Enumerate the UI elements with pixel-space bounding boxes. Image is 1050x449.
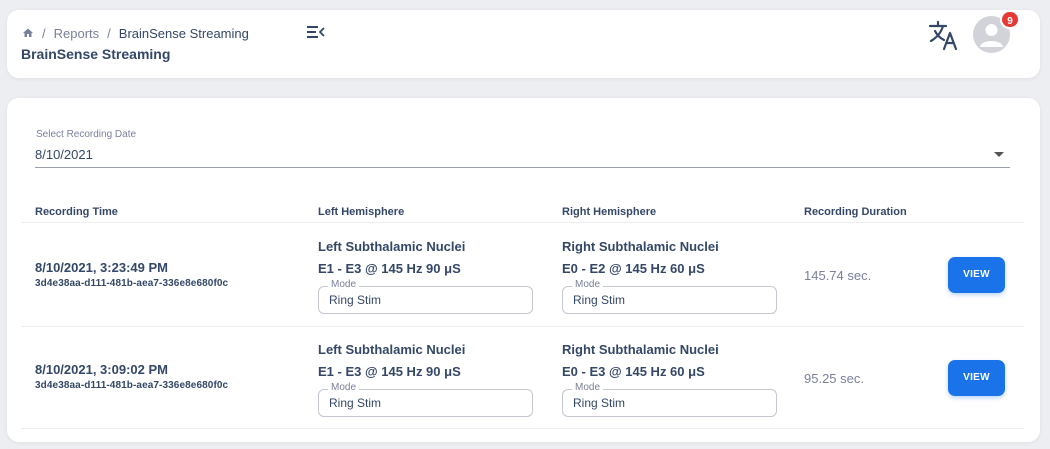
recordings-card: Select Recording Date 8/10/2021 Recordin… — [7, 98, 1040, 442]
page-title: BrainSense Streaming — [21, 46, 171, 62]
translate-icon[interactable] — [927, 18, 961, 52]
top-navbar: / Reports / BrainSense Streaming BrainSe… — [7, 10, 1040, 78]
mode-value: Ring Stim — [573, 396, 626, 410]
table-divider — [21, 222, 1024, 223]
breadcrumb-reports-link[interactable]: Reports — [54, 26, 100, 41]
breadcrumb-current: BrainSense Streaming — [118, 25, 249, 41]
recording-date-value: 8/10/2021 — [35, 147, 93, 162]
row-recording-id: 3d4e38aa-d111-481b-aea7-336e8e680f0c — [35, 278, 229, 289]
mode-value: Ring Stim — [573, 293, 626, 307]
left-mode-field[interactable]: Mode Ring Stim — [318, 279, 533, 314]
mode-label: Mode — [572, 279, 604, 291]
recording-date-label: Select Recording Date — [36, 129, 137, 140]
header-recording-duration[interactable]: Recording Duration — [804, 206, 907, 218]
header-right-hemisphere[interactable]: Right Hemisphere — [562, 206, 656, 218]
notification-badge: 9 — [1000, 10, 1020, 29]
left-hemisphere-title: Left Subthalamic Nuclei — [318, 342, 466, 357]
caret-down-icon — [994, 152, 1004, 157]
row-recording-time: 8/10/2021, 3:09:02 PM — [35, 362, 168, 377]
breadcrumb-separator: / — [107, 25, 111, 41]
recording-duration: 145.74 sec. — [804, 268, 872, 283]
header-recording-time[interactable]: Recording Time — [35, 206, 118, 218]
mode-label: Mode — [328, 279, 360, 291]
mode-value: Ring Stim — [329, 293, 382, 307]
header-left-hemisphere[interactable]: Left Hemisphere — [318, 206, 404, 218]
right-hemisphere-title: Right Subthalamic Nuclei — [562, 342, 719, 357]
breadcrumb: / Reports / BrainSense Streaming — [22, 25, 249, 41]
recording-date-select[interactable]: Select Recording Date 8/10/2021 — [35, 128, 1010, 168]
view-button[interactable]: VIEW — [948, 257, 1005, 293]
breadcrumb-separator: / — [42, 25, 46, 41]
left-mode-field[interactable]: Mode Ring Stim — [318, 382, 533, 417]
left-hemisphere-setting: E1 - E3 @ 145 Hz 90 μS — [318, 261, 461, 276]
right-mode-field[interactable]: Mode Ring Stim — [562, 279, 777, 314]
right-hemisphere-setting: E0 - E3 @ 145 Hz 60 μS — [562, 364, 705, 379]
right-hemisphere-title: Right Subthalamic Nuclei — [562, 239, 719, 254]
row-divider — [21, 428, 1024, 429]
mode-label: Mode — [328, 382, 360, 394]
home-icon[interactable] — [22, 27, 34, 39]
view-button[interactable]: VIEW — [948, 360, 1005, 396]
left-hemisphere-setting: E1 - E3 @ 145 Hz 90 μS — [318, 364, 461, 379]
mode-label: Mode — [572, 382, 604, 394]
recording-duration: 95.25 sec. — [804, 371, 864, 386]
menu-collapse-icon[interactable] — [306, 24, 326, 40]
row-recording-id: 3d4e38aa-d111-481b-aea7-336e8e680f0c — [35, 380, 229, 391]
left-hemisphere-title: Left Subthalamic Nuclei — [318, 239, 466, 254]
mode-value: Ring Stim — [329, 396, 382, 410]
right-hemisphere-setting: E0 - E2 @ 145 Hz 60 μS — [562, 261, 705, 276]
row-recording-time: 8/10/2021, 3:23:49 PM — [35, 260, 168, 275]
right-mode-field[interactable]: Mode Ring Stim — [562, 382, 777, 417]
row-divider — [21, 326, 1024, 327]
